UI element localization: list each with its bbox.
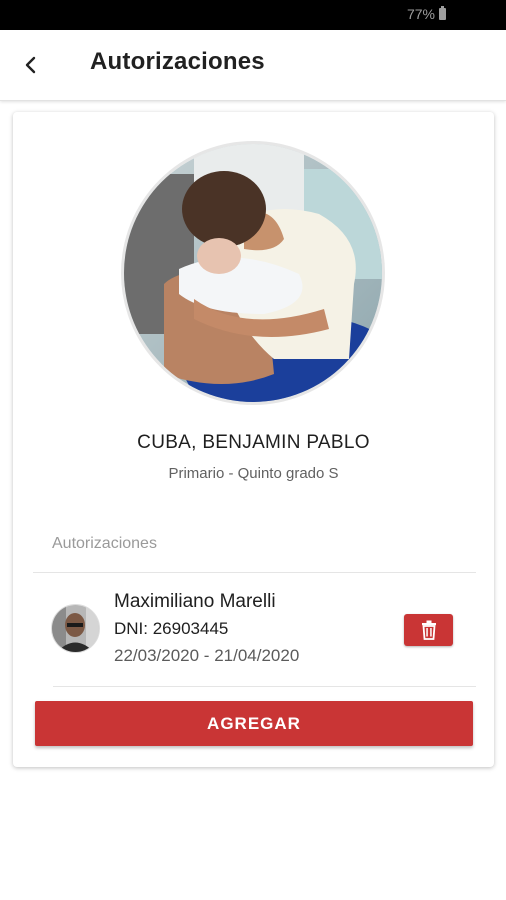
divider xyxy=(53,686,476,687)
chevron-left-icon xyxy=(25,56,36,74)
page-title: Autorizaciones xyxy=(90,48,265,75)
back-button[interactable] xyxy=(14,48,48,82)
status-bar: 77% xyxy=(0,0,506,30)
app-bar: Autorizaciones xyxy=(0,30,506,101)
delete-button[interactable] xyxy=(404,614,453,646)
student-card: CUBA, BENJAMIN PABLO Primario - Quinto g… xyxy=(13,112,494,767)
list-item[interactable]: Maximiliano Marelli DNI: 26903445 22/03/… xyxy=(33,573,476,686)
student-name: CUBA, BENJAMIN PABLO xyxy=(137,432,370,453)
battery-status: 77% xyxy=(407,6,446,22)
battery-percent: 77% xyxy=(406,6,435,22)
add-button[interactable]: AGREGAR xyxy=(35,701,473,746)
student-photo xyxy=(121,141,385,405)
section-title: Autorizaciones xyxy=(52,535,157,552)
student-level: Primario - Quinto grado S xyxy=(168,465,339,482)
person-name: Maximiliano Marelli xyxy=(114,591,276,612)
trash-icon xyxy=(421,620,436,640)
person-dni: DNI: 26903445 xyxy=(114,619,229,638)
authorization-dates: 22/03/2020 - 21/04/2020 xyxy=(114,646,300,665)
person-avatar xyxy=(51,604,100,653)
battery-icon xyxy=(439,6,446,20)
